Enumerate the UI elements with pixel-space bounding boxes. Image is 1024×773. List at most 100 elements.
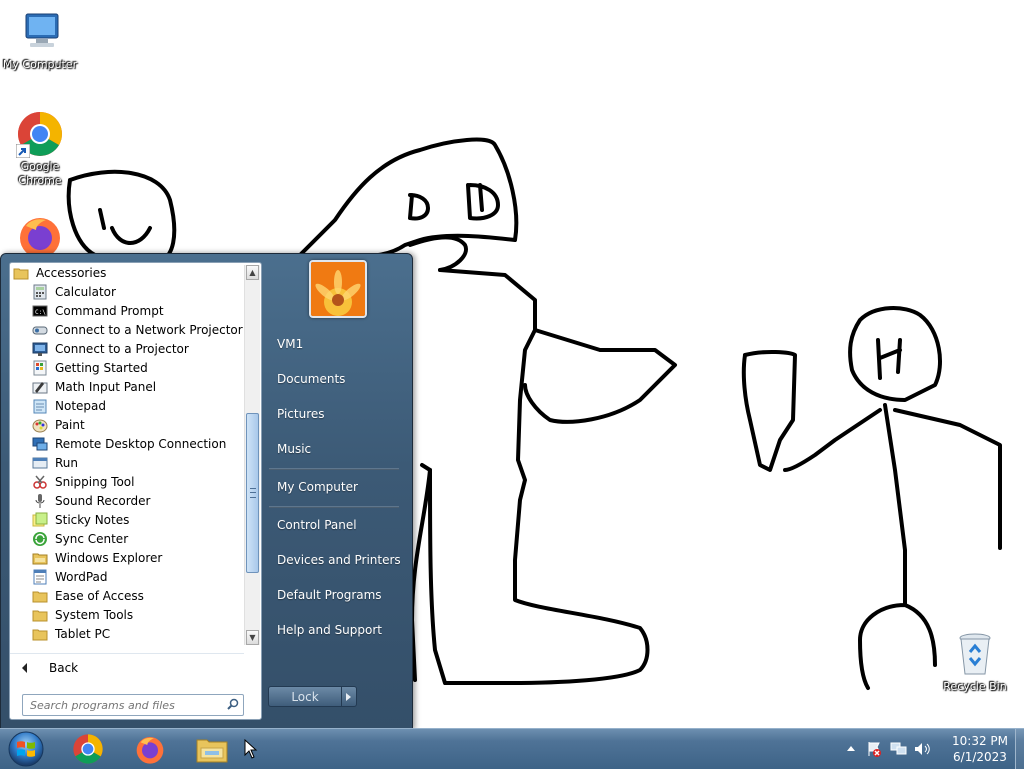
program-item-sync-center[interactable]: Sync Center xyxy=(10,529,244,548)
program-label: Paint xyxy=(55,417,85,432)
program-label: Run xyxy=(55,455,79,470)
program-item-wordpad[interactable]: WordPad xyxy=(10,567,244,586)
all-programs-list: Accessories Calculator C:\ Command Promp… xyxy=(10,263,244,645)
program-item-math-input[interactable]: Math Input Panel xyxy=(10,377,244,396)
program-label: Getting Started xyxy=(55,360,148,375)
clock-time: 10:32 PM xyxy=(952,734,1008,748)
paint-icon xyxy=(32,417,48,433)
program-item-notepad[interactable]: Notepad xyxy=(10,396,244,415)
firefox-icon xyxy=(136,737,164,764)
start-link-help-support[interactable]: Help and Support xyxy=(277,623,382,637)
run-icon xyxy=(32,455,48,471)
start-link-music[interactable]: Music xyxy=(277,442,311,456)
program-item-run[interactable]: Run xyxy=(10,453,244,472)
user-avatar[interactable] xyxy=(309,260,367,318)
taskbar-explorer[interactable] xyxy=(186,731,238,767)
desktop-icon-chrome[interactable]: Google Chrome xyxy=(0,110,80,188)
program-label: Sync Center xyxy=(55,531,129,546)
program-item-network-projector[interactable]: Connect to a Network Projector xyxy=(10,320,244,339)
start-link-control-panel[interactable]: Control Panel xyxy=(277,518,357,532)
chrome-icon xyxy=(16,110,64,158)
program-item-ease-of-access[interactable]: Ease of Access xyxy=(10,586,244,605)
program-item-snipping-tool[interactable]: Snipping Tool xyxy=(10,472,244,491)
small-object xyxy=(741,350,797,472)
taskbar-chrome[interactable] xyxy=(62,731,114,767)
search-input[interactable] xyxy=(23,695,227,715)
clock[interactable]: 10:32 PM 6/1/2023 xyxy=(942,733,1018,765)
start-link-default-programs[interactable]: Default Programs xyxy=(277,588,382,602)
program-item-windows-explorer[interactable]: Windows Explorer xyxy=(10,548,244,567)
network-icon[interactable] xyxy=(890,741,908,757)
desktop-icon-label: My Computer xyxy=(2,58,78,71)
calculator-icon xyxy=(32,284,48,300)
show-hidden-icons-icon[interactable] xyxy=(846,744,856,752)
lock-button[interactable]: Lock xyxy=(268,686,342,707)
show-desktop-button[interactable] xyxy=(1015,729,1024,769)
command-prompt-icon: C:\ xyxy=(32,303,48,319)
program-label: Ease of Access xyxy=(55,588,144,603)
small-arm-left xyxy=(783,408,882,472)
program-item-projector[interactable]: Connect to a Projector xyxy=(10,339,244,358)
start-link-user[interactable]: VM1 xyxy=(277,337,303,351)
system-tray: 10:32 PM 6/1/2023 xyxy=(842,729,1024,769)
start-link-pictures[interactable]: Pictures xyxy=(277,407,325,421)
explorer-icon xyxy=(196,739,228,763)
program-label: Connect to a Network Projector xyxy=(55,322,243,337)
program-item-tablet-pc[interactable]: Tablet PC xyxy=(10,624,244,643)
start-menu-right-pane: VM1 Documents Pictures Music My Computer… xyxy=(261,254,411,729)
program-item-sticky-notes[interactable]: Sticky Notes xyxy=(10,510,244,529)
program-item-getting-started[interactable]: Getting Started xyxy=(10,358,244,377)
start-button[interactable] xyxy=(4,729,48,769)
action-center-icon[interactable] xyxy=(866,741,882,757)
taskbar-firefox[interactable] xyxy=(124,731,176,767)
snipping-tool-icon xyxy=(32,474,48,490)
windows-logo-icon xyxy=(8,731,44,767)
clock-date: 6/1/2023 xyxy=(953,750,1007,764)
program-item-sound-recorder[interactable]: Sound Recorder xyxy=(10,491,244,510)
math-input-icon xyxy=(32,379,48,395)
figure-mouth xyxy=(408,235,468,272)
program-label: Windows Explorer xyxy=(55,550,163,565)
microphone-icon xyxy=(32,493,48,509)
program-item-paint[interactable]: Paint xyxy=(10,415,244,434)
start-link-documents[interactable]: Documents xyxy=(277,372,345,386)
getting-started-icon xyxy=(32,360,48,376)
explorer-icon xyxy=(32,550,48,566)
program-label: Notepad xyxy=(55,398,106,413)
scroll-up-arrow-icon[interactable]: ▲ xyxy=(246,265,259,280)
scroll-down-arrow-icon[interactable]: ▼ xyxy=(246,630,259,645)
program-label: Snipping Tool xyxy=(55,474,135,489)
program-item-command-prompt[interactable]: C:\ Command Prompt xyxy=(10,301,244,320)
program-label: Command Prompt xyxy=(55,303,164,318)
power-options-arrow-icon[interactable] xyxy=(342,686,357,707)
program-item-calculator[interactable]: Calculator xyxy=(10,282,244,301)
figure-eye-right xyxy=(466,183,500,221)
scrollbar-thumb[interactable] xyxy=(246,413,259,573)
chrome-icon xyxy=(73,734,103,764)
program-label: System Tools xyxy=(55,607,134,622)
program-item-accessories[interactable]: Accessories xyxy=(10,263,244,282)
smiley-eye xyxy=(98,208,106,230)
program-item-system-tools[interactable]: System Tools xyxy=(10,605,244,624)
program-item-remote-desktop[interactable]: Remote Desktop Connection xyxy=(10,434,244,453)
programs-scrollbar[interactable]: ▲ ▼ xyxy=(244,265,260,645)
figure-leg xyxy=(410,468,432,682)
back-arrow-icon xyxy=(22,663,27,673)
small-arm-right xyxy=(893,408,1002,550)
desktop-icon-my-computer[interactable]: My Computer xyxy=(0,8,80,72)
search-icon[interactable] xyxy=(227,698,239,710)
figure-arm xyxy=(523,328,677,424)
start-link-my-computer[interactable]: My Computer xyxy=(277,480,358,494)
folder-icon xyxy=(32,607,48,623)
back-button[interactable]: Back xyxy=(10,653,244,682)
mouse-cursor-icon xyxy=(244,739,258,759)
program-label: Connect to a Projector xyxy=(55,341,189,356)
desktop-icon-recycle-bin[interactable]: Recycle Bin xyxy=(935,630,1015,694)
volume-icon[interactable] xyxy=(914,741,932,757)
search-box[interactable] xyxy=(22,694,244,716)
figure-head xyxy=(298,137,519,259)
smiley-mouth xyxy=(110,226,152,245)
start-link-devices-printers[interactable]: Devices and Printers xyxy=(277,553,401,567)
remote-desktop-icon xyxy=(32,436,48,452)
program-label: WordPad xyxy=(55,569,108,584)
